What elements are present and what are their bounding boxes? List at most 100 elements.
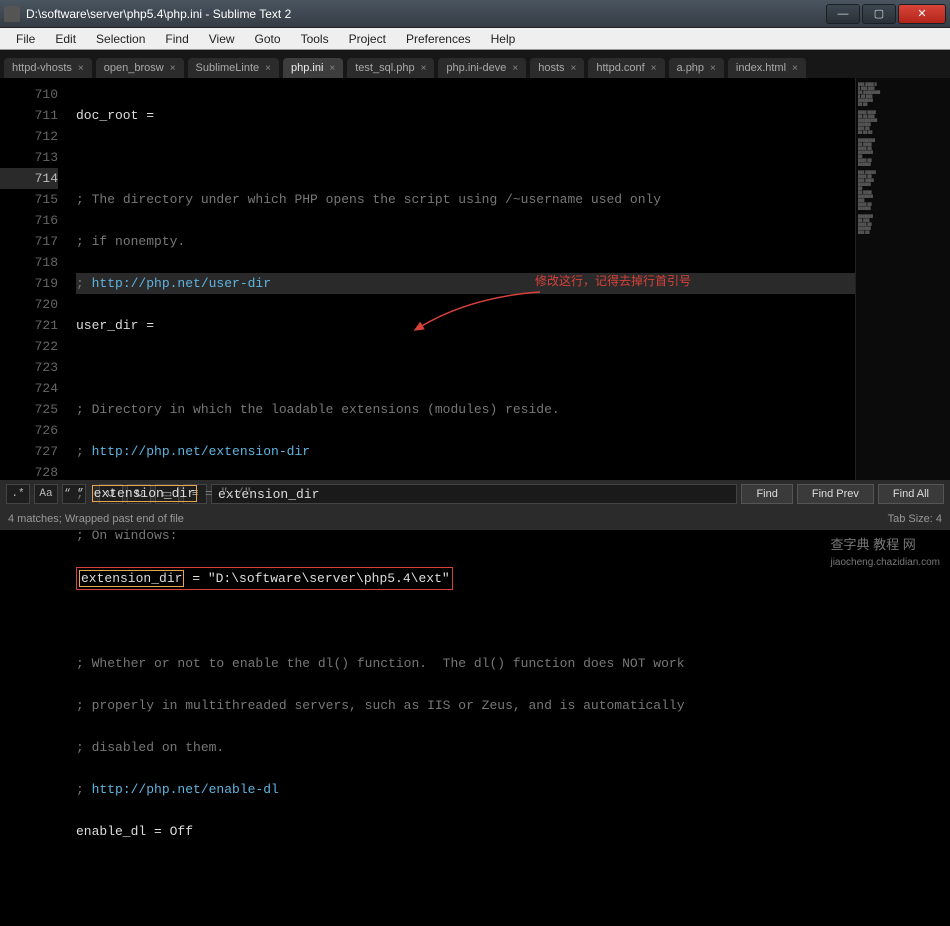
line-number: 718 xyxy=(0,252,58,273)
match-highlight: extension_dir xyxy=(92,485,197,502)
tab-label: index.html xyxy=(736,62,786,74)
tab-php-ini-dev[interactable]: php.ini-deve × xyxy=(438,58,526,78)
code-line[interactable] xyxy=(76,611,855,632)
close-button[interactable]: ✕ xyxy=(898,4,946,24)
tab-label: httpd-vhosts xyxy=(12,62,72,74)
line-number: 719 xyxy=(0,273,58,294)
minimap-content: ███ ████ ██ ███ █████ █████████ ██ █████… xyxy=(858,82,948,234)
line-number: 717 xyxy=(0,231,58,252)
menu-find[interactable]: Find xyxy=(155,30,198,48)
line-number: 724 xyxy=(0,378,58,399)
line-number: 726 xyxy=(0,420,58,441)
match-highlight: extension_dir xyxy=(79,570,184,587)
line-number: 710 xyxy=(0,84,58,105)
close-icon[interactable]: × xyxy=(571,63,577,74)
app-icon xyxy=(4,6,20,22)
close-icon[interactable]: × xyxy=(421,63,427,74)
close-icon[interactable]: × xyxy=(512,63,518,74)
tab-php-ini[interactable]: php.ini × xyxy=(283,58,343,78)
line-number: 716 xyxy=(0,210,58,231)
menu-preferences[interactable]: Preferences xyxy=(396,30,481,48)
code-line[interactable] xyxy=(76,357,855,378)
menu-goto[interactable]: Goto xyxy=(245,30,291,48)
tabbar: httpd-vhosts× open_brosw× SublimeLinte× … xyxy=(0,50,950,78)
close-icon[interactable]: × xyxy=(710,63,716,74)
code-line[interactable]: ; if nonempty. xyxy=(76,231,855,252)
tab-index-html[interactable]: index.html × xyxy=(728,58,806,78)
line-number: 725 xyxy=(0,399,58,420)
line-number-current: 714 xyxy=(0,168,58,189)
status-tabsize[interactable]: Tab Size: 4 xyxy=(888,513,942,525)
tab-open-brosw[interactable]: open_brosw × xyxy=(96,58,184,78)
menu-help[interactable]: Help xyxy=(481,30,526,48)
close-icon[interactable]: × xyxy=(792,63,798,74)
code-line[interactable]: ; properly in multithreaded servers, suc… xyxy=(76,695,855,716)
code-line[interactable]: ; The directory under which PHP opens th… xyxy=(76,189,855,210)
line-number: 711 xyxy=(0,105,58,126)
annotation-highlight: extension_dir = "D:\software\server\php5… xyxy=(76,567,453,590)
find-case-toggle[interactable]: Aa xyxy=(34,484,58,504)
menu-file[interactable]: File xyxy=(6,30,45,48)
tab-label: hosts xyxy=(538,62,564,74)
minimap[interactable]: ███ ████ ██ ███ █████ █████████ ██ █████… xyxy=(855,78,950,480)
line-number-gutter: 710 711 712 713 714 715 716 717 718 719 … xyxy=(0,78,70,480)
tab-label: httpd.conf xyxy=(596,62,644,74)
minimize-button[interactable]: — xyxy=(826,4,860,24)
close-icon[interactable]: × xyxy=(265,63,271,74)
window-title: D:\software\server\php5.4\php.ini - Subl… xyxy=(26,7,824,21)
tab-label: open_brosw xyxy=(104,62,164,74)
code-line[interactable]: ; Whether or not to enable the dl() func… xyxy=(76,653,855,674)
code-line[interactable]: ; On windows: xyxy=(76,525,855,546)
close-icon[interactable]: × xyxy=(651,63,657,74)
tab-a-php[interactable]: a.php × xyxy=(669,58,724,78)
code-area[interactable]: doc_root = ; The directory under which P… xyxy=(70,78,855,480)
window-titlebar: D:\software\server\php5.4\php.ini - Subl… xyxy=(0,0,950,28)
menu-project[interactable]: Project xyxy=(339,30,396,48)
menu-edit[interactable]: Edit xyxy=(45,30,86,48)
code-line[interactable] xyxy=(76,863,855,884)
tab-hosts[interactable]: hosts × xyxy=(530,58,584,78)
line-number: 720 xyxy=(0,294,58,315)
tab-label: test_sql.php xyxy=(355,62,414,74)
line-number: 715 xyxy=(0,189,58,210)
close-icon[interactable]: × xyxy=(329,63,335,74)
tab-label: php.ini-deve xyxy=(446,62,506,74)
code-line[interactable]: ; http://php.net/enable-dl xyxy=(76,779,855,800)
line-number: 727 xyxy=(0,441,58,462)
find-all-button[interactable]: Find All xyxy=(878,484,944,504)
tab-label: SublimeLinte xyxy=(196,62,260,74)
annotation-text: 修改这行，记得去掉行首引号 xyxy=(535,272,691,289)
close-icon[interactable]: × xyxy=(170,63,176,74)
code-line[interactable]: ; http://php.net/extension-dir xyxy=(76,441,855,462)
code-line[interactable]: extension_dir = "D:\software\server\php5… xyxy=(76,567,855,590)
line-number: 713 xyxy=(0,147,58,168)
close-icon[interactable]: × xyxy=(78,63,84,74)
tab-label: php.ini xyxy=(291,62,323,74)
menubar: File Edit Selection Find View Goto Tools… xyxy=(0,28,950,50)
tab-label: a.php xyxy=(677,62,705,74)
menu-tools[interactable]: Tools xyxy=(291,30,339,48)
code-line[interactable]: enable_dl = Off xyxy=(76,821,855,842)
code-line[interactable] xyxy=(76,147,855,168)
code-line[interactable]: ; disabled on them. xyxy=(76,737,855,758)
menu-selection[interactable]: Selection xyxy=(86,30,155,48)
line-number: 728 xyxy=(0,462,58,483)
code-line[interactable]: doc_root = xyxy=(76,105,855,126)
code-line[interactable]: ; Directory in which the loadable extens… xyxy=(76,399,855,420)
tab-sublimelinter[interactable]: SublimeLinte × xyxy=(188,58,279,78)
code-line-current[interactable]: ; http://php.net/user-dir xyxy=(76,273,855,294)
find-regex-toggle[interactable]: .* xyxy=(6,484,30,504)
line-number: 722 xyxy=(0,336,58,357)
tab-httpd-conf[interactable]: httpd.conf × xyxy=(588,58,664,78)
menu-view[interactable]: View xyxy=(199,30,245,48)
tab-test-sql[interactable]: test_sql.php × xyxy=(347,58,434,78)
code-line[interactable]: user_dir = xyxy=(76,315,855,336)
line-number: 723 xyxy=(0,357,58,378)
maximize-button[interactable]: ▢ xyxy=(862,4,896,24)
code-line[interactable]: ; extension_dir = "./" xyxy=(76,483,855,504)
window-controls: — ▢ ✕ xyxy=(824,4,946,24)
line-number: 721 xyxy=(0,315,58,336)
editor[interactable]: 710 711 712 713 714 715 716 717 718 719 … xyxy=(0,78,950,480)
line-number: 712 xyxy=(0,126,58,147)
tab-httpd-vhosts[interactable]: httpd-vhosts × xyxy=(4,58,92,78)
